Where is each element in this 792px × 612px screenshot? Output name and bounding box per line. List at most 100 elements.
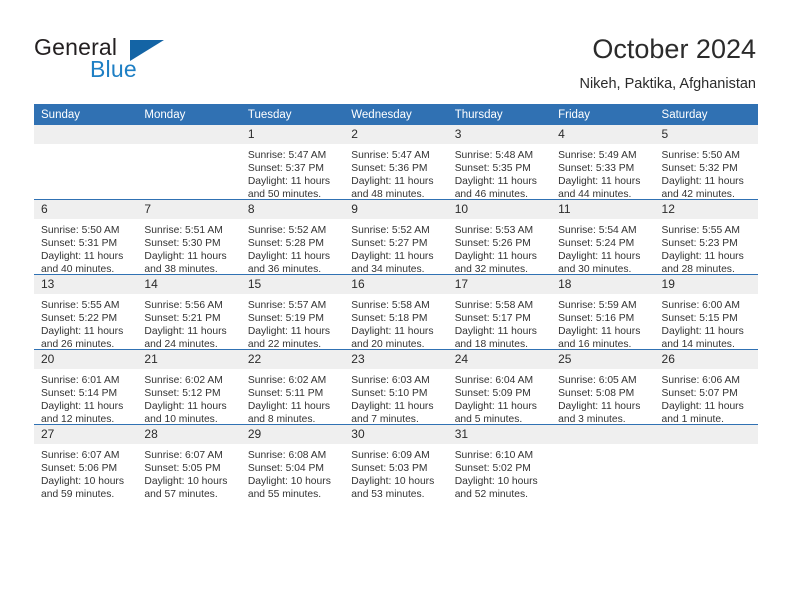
sunrise-text: Sunrise: 5:53 AM [454,225,534,236]
day-number: 24 [447,350,552,369]
day-sun-info: Sunrise: 5:47 AM Sunset: 5:37 PM Daylight:… [241,144,344,201]
daylight-text-line1: Daylight: 11 hours [247,401,331,413]
calendar-day-cell[interactable]: 31 Sunrise: 6:10 AM Sunset: 5:02 PM Dayligh… [447,424,552,500]
calendar-day-cell[interactable]: 10 Sunrise: 5:53 AM Sunset: 5:26 PM Dayligh… [447,199,552,275]
calendar-day-cell[interactable]: 15 Sunrise: 5:57 AM Sunset: 5:19 PM Dayligh… [240,274,345,351]
daylight-text-line1: Daylight: 10 hours [351,476,435,488]
calendar-day-cell[interactable]: 13 Sunrise: 5:55 AM Sunset: 5:22 PM Dayligh… [34,274,138,350]
day-cell-inner: 31 Sunrise: 6:10 AM Sunset: 5:02 PM Dayligh… [447,425,552,500]
sunset-text: Sunset: 5:35 PM [454,163,531,175]
day-number: 16 [344,275,448,294]
day-sun-info: Sunrise: 6:04 AM Sunset: 5:09 PM Daylight:… [448,369,551,426]
calendar-day-cell[interactable]: 30 Sunrise: 6:09 AM Sunset: 5:03 PM Dayligh… [344,424,448,500]
general-blue-logo: General Blue [34,34,254,88]
calendar-day-cell[interactable]: 8 Sunrise: 5:52 AM Sunset: 5:28 PM Daylight… [240,199,345,275]
day-number: 22 [240,350,345,369]
daylight-text-line2: and 59 minutes. [41,489,115,501]
day-sun-info: Sunrise: 5:58 AM Sunset: 5:17 PM Daylight:… [448,294,551,351]
sunrise-text: Sunrise: 5:51 AM [144,225,223,236]
calendar-day-cell[interactable]: 9 Sunrise: 5:52 AM Sunset: 5:27 PM Daylight… [344,199,448,275]
day-cell-inner: 27 Sunrise: 6:07 AM Sunset: 5:06 PM Dayligh… [34,425,138,501]
calendar-grid-container: Sunday Monday Tuesday Wednesday Thursday… [34,104,758,501]
calendar-day-cell[interactable]: 1 Sunrise: 5:47 AM Sunset: 5:37 PM Daylight… [240,125,345,201]
calendar-day-cell[interactable]: 11 Sunrise: 5:54 AM Sunset: 5:24 PM Dayligh… [551,199,655,275]
daylight-text-line1: Daylight: 11 hours [41,326,124,338]
day-number: 25 [551,350,655,369]
daylight-text-line1: Daylight: 10 hours [144,476,228,488]
calendar-day-cell[interactable]: 14 Sunrise: 5:56 AM Sunset: 5:21 PM Dayligh… [137,274,241,351]
day-number: 13 [34,275,138,294]
calendar-day-cell[interactable]: 2 Sunrise: 5:47 AM Sunset: 5:36 PM Daylight… [344,125,448,200]
daylight-text-line1: Daylight: 11 hours [247,326,331,338]
day-number: 17 [447,275,552,294]
calendar-day-cell-empty [654,424,758,499]
calendar-day-cell[interactable]: 26 Sunrise: 6:06 AM Sunset: 5:07 PM Dayligh… [654,349,758,425]
sunset-text: Sunset: 5:26 PM [454,238,531,250]
day-number: 3 [447,125,552,144]
day-sun-info: Sunrise: 6:02 AM Sunset: 5:11 PM Daylight:… [241,369,344,426]
calendar-day-cell[interactable]: 27 Sunrise: 6:07 AM Sunset: 5:06 PM Dayligh… [34,424,138,501]
daylight-text-line1: Daylight: 11 hours [144,251,227,263]
day-number: 23 [344,350,448,369]
day-sun-info: Sunrise: 5:50 AM Sunset: 5:31 PM Daylight:… [34,219,137,276]
calendar-day-cell[interactable]: 21 Sunrise: 6:02 AM Sunset: 5:12 PM Dayligh… [137,349,241,426]
daylight-text-line1: Daylight: 10 hours [454,476,538,488]
day-cell-inner: 3 Sunrise: 5:48 AM Sunset: 5:35 PM Daylight… [447,125,552,200]
calendar-day-cell[interactable]: 3 Sunrise: 5:48 AM Sunset: 5:35 PM Daylight… [447,125,552,200]
calendar-day-cell[interactable]: 29 Sunrise: 6:08 AM Sunset: 5:04 PM Dayligh… [240,424,345,500]
calendar-day-cell[interactable]: 24 Sunrise: 6:04 AM Sunset: 5:09 PM Dayligh… [447,349,552,426]
day-sun-info: Sunrise: 5:56 AM Sunset: 5:21 PM Daylight:… [137,294,240,351]
sunrise-text: Sunrise: 5:57 AM [247,300,327,311]
sunset-text: Sunset: 5:11 PM [247,388,324,400]
day-number: 5 [654,125,758,144]
day-number: 1 [240,125,345,144]
weekday-header-monday: Monday [137,104,241,125]
sunrise-text: Sunrise: 5:56 AM [144,300,223,311]
day-number: 27 [34,425,138,444]
sunset-text: Sunset: 5:28 PM [247,238,324,250]
logo-text-blue: Blue [90,56,137,82]
day-number: 8 [240,200,345,219]
calendar-day-cell[interactable]: 20 Sunrise: 6:01 AM Sunset: 5:14 PM Dayligh… [34,349,138,425]
sunset-text: Sunset: 5:04 PM [247,463,324,475]
sunset-text: Sunset: 5:30 PM [144,238,221,250]
day-number [137,125,241,144]
daylight-text-line1: Daylight: 11 hours [454,251,537,263]
calendar-day-cell[interactable]: 17 Sunrise: 5:58 AM Sunset: 5:17 PM Dayligh… [447,274,552,351]
day-number [654,425,758,444]
day-sun-info: Sunrise: 6:02 AM Sunset: 5:12 PM Daylight:… [137,369,240,426]
daylight-text-line1: Daylight: 11 hours [661,176,744,188]
day-sun-info [655,444,758,449]
calendar-day-cell[interactable]: 12 Sunrise: 5:55 AM Sunset: 5:23 PM Dayligh… [654,199,758,275]
sunset-text: Sunset: 5:10 PM [351,388,428,400]
calendar-day-cell[interactable]: 16 Sunrise: 5:58 AM Sunset: 5:18 PM Dayligh… [344,274,448,350]
calendar-day-cell[interactable]: 5 Sunrise: 5:50 AM Sunset: 5:32 PM Daylight… [654,125,758,200]
calendar-page: General Blue October 2024 Nikeh, Paktika… [0,0,792,612]
calendar-day-cell[interactable]: 25 Sunrise: 6:05 AM Sunset: 5:08 PM Dayligh… [551,349,655,426]
day-sun-info: Sunrise: 5:57 AM Sunset: 5:19 PM Daylight:… [241,294,344,351]
sunrise-text: Sunrise: 6:07 AM [41,450,120,461]
sunset-text: Sunset: 5:21 PM [144,313,221,325]
day-number: 10 [447,200,552,219]
sunrise-text: Sunrise: 6:06 AM [661,375,740,386]
day-number: 4 [551,125,655,144]
calendar-day-cell[interactable]: 19 Sunrise: 6:00 AM Sunset: 5:15 PM Dayligh… [654,274,758,350]
day-cell-inner: 17 Sunrise: 5:58 AM Sunset: 5:17 PM Dayligh… [447,275,552,351]
calendar-week-row: 6 Sunrise: 5:50 AM Sunset: 5:31 PM Daylight… [34,199,758,276]
sunrise-text: Sunrise: 5:54 AM [558,225,637,236]
day-sun-info: Sunrise: 6:07 AM Sunset: 5:05 PM Daylight:… [137,444,240,501]
weekday-header-thursday: Thursday [447,104,552,125]
calendar-day-cell[interactable]: 22 Sunrise: 6:02 AM Sunset: 5:11 PM Dayligh… [240,349,345,426]
day-sun-info [34,144,137,149]
calendar-day-cell[interactable]: 7 Sunrise: 5:51 AM Sunset: 5:30 PM Daylight… [137,199,241,275]
sunrise-text: Sunrise: 5:47 AM [351,150,430,161]
sunrise-text: Sunrise: 5:50 AM [661,150,740,161]
calendar-day-cell[interactable]: 23 Sunrise: 6:03 AM Sunset: 5:10 PM Dayligh… [344,349,448,425]
sunset-text: Sunset: 5:15 PM [661,313,738,325]
calendar-day-cell[interactable]: 18 Sunrise: 5:59 AM Sunset: 5:16 PM Dayligh… [551,274,655,350]
day-sun-info: Sunrise: 6:05 AM Sunset: 5:08 PM Daylight:… [551,369,654,426]
calendar-day-cell[interactable]: 4 Sunrise: 5:49 AM Sunset: 5:33 PM Daylight… [551,125,655,200]
location-subtitle: Nikeh, Paktika, Afghanistan [579,76,756,92]
calendar-day-cell[interactable]: 28 Sunrise: 6:07 AM Sunset: 5:05 PM Dayligh… [137,424,241,501]
calendar-day-cell[interactable]: 6 Sunrise: 5:50 AM Sunset: 5:31 PM Daylight… [34,199,138,276]
